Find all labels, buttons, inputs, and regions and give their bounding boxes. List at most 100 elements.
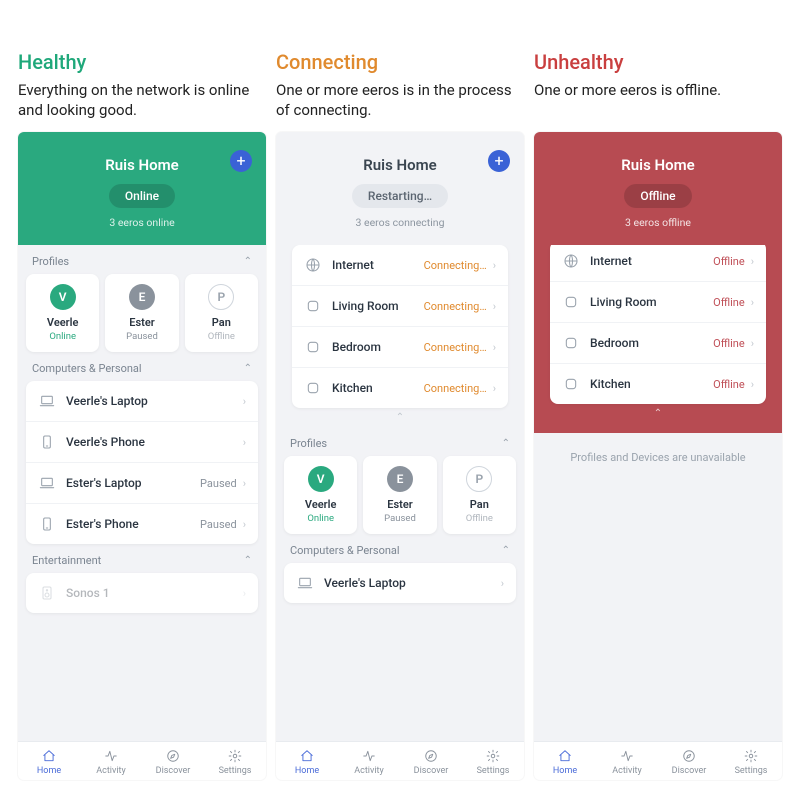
discover-icon — [400, 748, 462, 764]
tab-settings[interactable]: Settings — [204, 748, 266, 776]
hero-subtitle: 3 eeros offline — [544, 216, 772, 229]
state-column: Unhealthy One or more eeros is offline. … — [534, 50, 782, 780]
laptop-icon — [38, 392, 56, 410]
chevron-up-icon: ⌃ — [244, 555, 252, 566]
row-status: Connecting… — [424, 341, 487, 354]
state-title: Connecting — [276, 50, 524, 74]
profile-status: Offline — [191, 331, 252, 342]
status-pill[interactable]: Offline — [624, 184, 691, 208]
network-name: Ruis Home — [544, 156, 772, 174]
chevron-right-icon: › — [493, 341, 496, 354]
section-title: Computers & Personal — [32, 362, 142, 375]
list-row[interactable]: Veerle's Laptop › — [26, 381, 258, 422]
tab-activity[interactable]: Activity — [596, 748, 658, 776]
row-status: Offline — [713, 255, 745, 268]
section-header[interactable]: Profiles⌃ — [26, 245, 258, 274]
row-label: Veerle's Laptop — [66, 394, 237, 408]
list-row[interactable]: Living Room Connecting… › — [292, 286, 508, 327]
node-icon — [304, 379, 322, 397]
node-icon — [562, 375, 580, 393]
list-row[interactable]: Bedroom Connecting… › — [292, 327, 508, 368]
chevron-right-icon: › — [751, 296, 754, 309]
tab-discover[interactable]: Discover — [142, 748, 204, 776]
list-row[interactable]: Internet Offline › — [550, 245, 766, 282]
row-label: Bedroom — [590, 336, 713, 350]
tab-discover[interactable]: Discover — [400, 748, 462, 776]
chevron-right-icon: › — [243, 477, 246, 490]
hero-subtitle: 3 eeros online — [28, 216, 256, 229]
profile-card[interactable]: E Ester Paused — [363, 456, 436, 534]
profile-card[interactable]: E Ester Paused — [105, 274, 178, 352]
section-header[interactable]: Profiles ⌃ — [284, 427, 516, 456]
activity-icon — [596, 748, 658, 764]
section-title: Profiles — [290, 437, 327, 450]
content-area: Internet Connecting… › Living Room Conne… — [276, 245, 524, 741]
chevron-right-icon: › — [751, 255, 754, 268]
collapse-caret[interactable]: ⌃ — [542, 404, 774, 427]
hero: + Ruis Home Restarting… 3 eeros connecti… — [276, 132, 524, 245]
tab-label: Discover — [142, 766, 204, 776]
list-row[interactable]: Living Room Offline › — [550, 282, 766, 323]
state-description: One or more eeros is in the process of c… — [276, 80, 524, 122]
profile-name: Pan — [191, 316, 252, 329]
profiles-row: V Veerle Online E Ester Paused P Pan Off… — [284, 456, 516, 534]
content-area: Profiles⌃ V Veerle Online E Ester Paused… — [18, 245, 266, 741]
add-button[interactable]: + — [488, 150, 510, 172]
list-row[interactable]: Kitchen Offline › — [550, 364, 766, 404]
section-header[interactable]: Entertainment⌃ — [26, 544, 258, 573]
list-row[interactable]: Veerle's Laptop › — [284, 563, 516, 603]
list-row[interactable]: Ester's Laptop Paused › — [26, 463, 258, 504]
globe-icon — [562, 252, 580, 270]
row-status: Connecting… — [424, 259, 487, 272]
tab-home[interactable]: Home — [276, 748, 338, 776]
chevron-up-icon: ⌃ — [502, 438, 510, 449]
profile-name: Veerle — [290, 498, 351, 511]
avatar: V — [308, 466, 334, 492]
collapse-caret[interactable]: ⌃ — [284, 408, 516, 427]
tab-home[interactable]: Home — [534, 748, 596, 776]
nodes-card: Internet Connecting… › Living Room Conne… — [292, 245, 508, 408]
tab-discover[interactable]: Discover — [658, 748, 720, 776]
home-icon — [18, 748, 80, 764]
state-title: Healthy — [18, 50, 266, 74]
node-icon — [304, 338, 322, 356]
tab-settings[interactable]: Settings — [720, 748, 782, 776]
profile-card[interactable]: V Veerle Online — [284, 456, 357, 534]
add-button[interactable]: + — [230, 150, 252, 172]
list-row[interactable]: Kitchen Connecting… › — [292, 368, 508, 408]
profile-name: Pan — [449, 498, 510, 511]
list-row[interactable]: Sonos 1 › — [26, 573, 258, 613]
status-pill[interactable]: Online — [109, 184, 175, 208]
profile-card[interactable]: P Pan Offline — [443, 456, 516, 534]
activity-icon — [80, 748, 142, 764]
section-header[interactable]: Computers & Personal⌃ — [26, 352, 258, 381]
list-card: Veerle's Laptop › Veerle's Phone › Ester… — [26, 381, 258, 544]
tab-bar: Home Activity Discover Settings — [276, 741, 524, 780]
network-name: Ruis Home — [28, 156, 256, 174]
list-card: Sonos 1 › — [26, 573, 258, 613]
list-row[interactable]: Ester's Phone Paused › — [26, 504, 258, 544]
list-row[interactable]: Veerle's Phone › — [26, 422, 258, 463]
status-pill[interactable]: Restarting… — [352, 184, 448, 208]
section-header[interactable]: Computers & Personal⌃ — [284, 534, 516, 563]
profile-card[interactable]: P Pan Offline — [185, 274, 258, 352]
phone-mock: Ruis Home Offline 3 eeros offline Intern… — [534, 132, 782, 780]
profile-card[interactable]: V Veerle Online — [26, 274, 99, 352]
list-row[interactable]: Bedroom Offline › — [550, 323, 766, 364]
phone-mock: + Ruis Home Restarting… 3 eeros connecti… — [276, 132, 524, 780]
tab-activity[interactable]: Activity — [338, 748, 400, 776]
home-icon — [276, 748, 338, 764]
node-icon — [304, 297, 322, 315]
profile-status: Paused — [111, 331, 172, 342]
tab-home[interactable]: Home — [18, 748, 80, 776]
profile-status: Online — [32, 331, 93, 342]
state-column: Healthy Everything on the network is onl… — [18, 50, 266, 780]
tab-activity[interactable]: Activity — [80, 748, 142, 776]
tab-label: Discover — [658, 766, 720, 776]
tab-settings[interactable]: Settings — [462, 748, 524, 776]
list-row[interactable]: Internet Connecting… › — [292, 245, 508, 286]
network-name: Ruis Home — [286, 156, 514, 174]
row-label: Living Room — [590, 295, 713, 309]
chevron-right-icon: › — [493, 382, 496, 395]
unavailable-note: Profiles and Devices are unavailable — [542, 433, 774, 482]
